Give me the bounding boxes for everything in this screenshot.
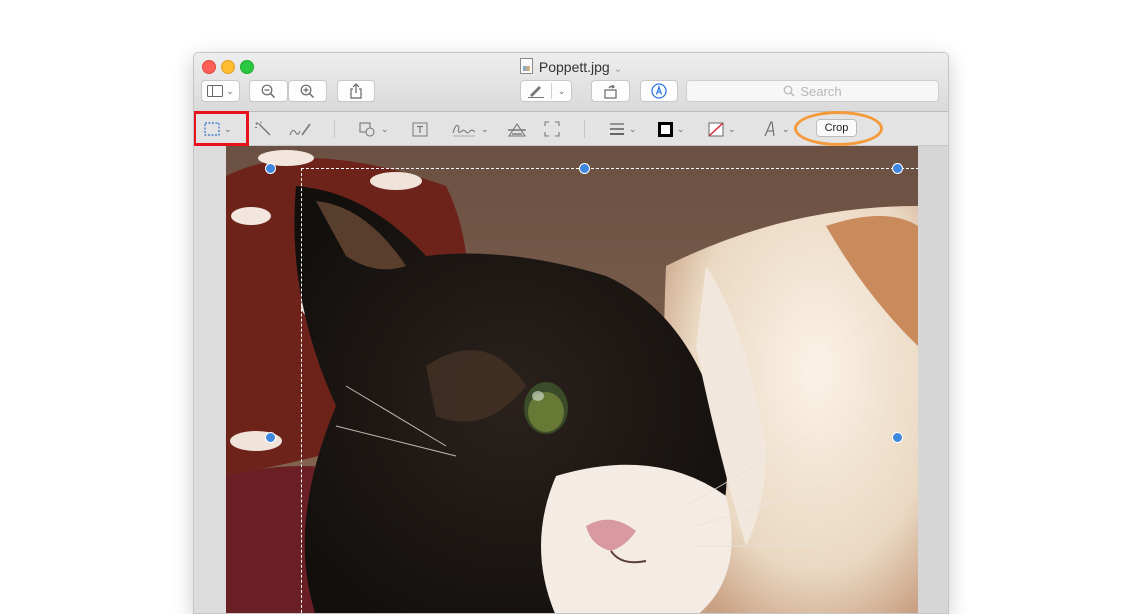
adjust-size-button[interactable] [544, 120, 560, 138]
zoom-out-icon [261, 84, 275, 98]
border-color-button[interactable]: ⌄ [658, 120, 685, 138]
preview-window: Poppett.jpg ⌄ ⌄ ⌄ Search ⌄ ⌄ ⌄ ⌄ ⌄ ⌄ ⌄ C… [193, 52, 949, 614]
sketch-icon [289, 123, 311, 136]
sketch-button[interactable] [288, 120, 312, 138]
shapes-button[interactable]: ⌄ [359, 120, 389, 138]
rotate-button[interactable] [591, 80, 630, 102]
sidebar-icon [207, 85, 224, 97]
share-button[interactable] [337, 80, 375, 102]
markup-toolbar-button[interactable] [640, 80, 678, 102]
selection-tool-highlight [194, 111, 249, 146]
text-box-icon [412, 122, 428, 136]
chevron-down-icon: ⌄ [629, 123, 637, 134]
magic-wand-icon [255, 121, 271, 136]
chevron-down-icon: ⌄ [481, 123, 489, 134]
selection-handle-middle-left[interactable] [265, 432, 276, 443]
line-style-icon [610, 123, 624, 135]
pen-icon [527, 86, 544, 98]
instant-alpha-button[interactable] [254, 120, 272, 138]
sidebar-button[interactable]: ⌄ [201, 80, 240, 102]
shape-style-button[interactable]: ⌄ [609, 120, 637, 138]
cat-photo[interactable] [226, 146, 918, 613]
document-icon [519, 58, 533, 74]
canvas-margin [918, 146, 948, 613]
chevron-down-icon: ⌄ [728, 123, 736, 134]
chevron-down-icon: ⌄ [677, 123, 685, 134]
zoom-in-icon [300, 84, 314, 98]
adjust-color-icon [507, 122, 527, 137]
divider [550, 83, 552, 99]
search-field[interactable]: Search [686, 80, 939, 102]
window-title-area[interactable]: Poppett.jpg ⌄ [194, 58, 948, 75]
rotate-icon [603, 84, 617, 99]
window-title: Poppett.jpg [538, 59, 610, 75]
sign-button[interactable]: ⌄ [451, 120, 489, 138]
chevron-down-icon: ⌄ [782, 123, 790, 134]
adjust-color-button[interactable] [507, 120, 527, 138]
shapes-icon [359, 121, 375, 137]
chevron-down-icon: ⌄ [226, 85, 234, 96]
share-icon [350, 83, 362, 99]
selection-handle-middle-right[interactable] [892, 432, 903, 443]
text-button[interactable] [412, 120, 428, 138]
pen-tool-button[interactable]: ⌄ [520, 80, 572, 102]
zoom-out-button[interactable] [249, 80, 288, 102]
title-bar: Poppett.jpg ⌄ ⌄ ⌄ Search [194, 53, 948, 112]
crop-button-highlight [794, 111, 883, 146]
fill-color-icon [708, 122, 724, 136]
chevron-down-icon: ⌄ [381, 123, 389, 134]
text-style-icon [764, 121, 775, 137]
divider [584, 120, 585, 138]
search-icon [783, 85, 795, 97]
text-style-button[interactable]: ⌄ [762, 120, 790, 138]
zoom-in-button[interactable] [288, 80, 327, 102]
search-placeholder: Search [800, 83, 842, 99]
title-chevron-icon: ⌄ [613, 64, 623, 75]
selection-handle-top-center[interactable] [579, 163, 590, 174]
markup-icon [651, 83, 667, 99]
resize-icon [544, 121, 560, 137]
selection-handle-top-left[interactable] [265, 163, 276, 174]
selection-rectangle[interactable] [301, 168, 918, 613]
selection-handle-top-right[interactable] [892, 163, 903, 174]
document-canvas [194, 146, 948, 613]
signature-icon [452, 124, 476, 137]
divider [334, 120, 335, 138]
chevron-down-icon: ⌄ [557, 85, 566, 96]
border-color-icon [658, 121, 673, 137]
fill-color-button[interactable]: ⌄ [708, 120, 736, 138]
markup-toolbar: ⌄ ⌄ ⌄ ⌄ ⌄ ⌄ ⌄ Crop [194, 111, 948, 146]
